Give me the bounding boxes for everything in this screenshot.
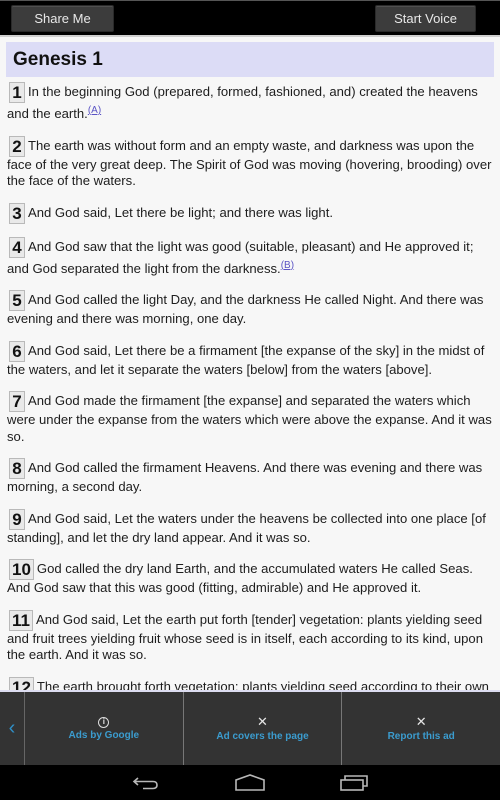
verse-number[interactable]: 10 — [9, 559, 34, 580]
verse-text: The earth brought forth vegetation: plan… — [36, 678, 489, 691]
info-icon: i — [98, 716, 110, 728]
verse: 9 And God said, Let the waters under the … — [7, 508, 492, 547]
start-voice-button[interactable]: Start Voice — [375, 5, 476, 32]
home-icon — [235, 773, 265, 791]
close-icon: ✕ — [257, 714, 268, 729]
ads-by-google-button[interactable]: i Ads by Google — [25, 692, 184, 765]
verse-number[interactable]: 4 — [9, 236, 25, 258]
chevron-left-icon[interactable]: ‹ — [0, 692, 25, 765]
verse-number[interactable]: 7 — [9, 391, 25, 412]
verse-text: And God made the firmament [the expanse]… — [7, 393, 492, 444]
verse-number[interactable]: 11 — [9, 609, 33, 631]
ads-by-google-label: Ads by Google — [68, 729, 140, 741]
verse-number[interactable]: 12 — [9, 676, 34, 690]
report-ad-label: Report this ad — [387, 731, 455, 742]
verse: 3 And God said, Let there be light; and t… — [7, 202, 492, 224]
verse-text: And God said, Let there be a firmament [… — [7, 342, 485, 377]
verse-number[interactable]: 5 — [9, 290, 25, 311]
verse-text: And God called the firmament Heavens. An… — [7, 460, 483, 494]
system-nav-bar — [0, 765, 500, 800]
verse-number[interactable]: 1 — [9, 82, 25, 103]
verse-text: The earth was without form and an empty … — [7, 137, 492, 189]
back-button[interactable] — [94, 765, 198, 800]
back-icon — [132, 776, 158, 789]
recent-apps-button[interactable] — [302, 765, 406, 800]
verse-number[interactable]: 3 — [9, 202, 25, 224]
verse-text: And God said, Let there be light; and th… — [28, 204, 333, 220]
verse-text: And God called the light Day, and the da… — [7, 292, 484, 326]
home-button[interactable] — [198, 765, 302, 800]
scripture-view[interactable]: Genesis 1 1 In the beginning God (prepare… — [0, 35, 500, 690]
share-me-button[interactable]: Share Me — [11, 5, 114, 32]
action-bar: Share Me Start Voice — [0, 0, 500, 35]
ad-covers-page-label: Ad covers the page — [216, 731, 309, 742]
footnote-link[interactable]: (A) — [88, 105, 101, 116]
verse: 11 And God said, Let the earth put forth … — [7, 609, 492, 664]
ad-banner: ‹ i Ads by Google ✕ Ad covers the page ✕… — [0, 690, 500, 765]
verse: 5 And God called the light Day, and the d… — [7, 290, 492, 328]
footnote-link[interactable]: (B) — [281, 260, 294, 271]
report-ad-button[interactable]: ✕ Report this ad — [342, 692, 500, 765]
verse: 8 And God called the firmament Heavens. A… — [7, 458, 492, 496]
verse: 6 And God said, Let there be a firmament … — [7, 340, 492, 379]
verse-text: And God said, Let the earth put forth [t… — [7, 611, 483, 663]
verse-number[interactable]: 2 — [9, 135, 25, 157]
verse-number[interactable]: 6 — [9, 340, 25, 362]
verse: 7 And God made the firmament [the expanse… — [7, 391, 492, 445]
verse-text: In the beginning God (prepared, formed, … — [7, 84, 478, 121]
verse-number[interactable]: 9 — [9, 508, 25, 530]
ad-covers-page-button[interactable]: ✕ Ad covers the page — [184, 692, 343, 765]
verse: 10 God called the dry land Earth, and the… — [7, 559, 492, 597]
verse-text: And God saw that the light was good (sui… — [7, 238, 474, 276]
verse: 1 In the beginning God (prepared, formed,… — [7, 82, 492, 123]
verse-text: And God said, Let the waters under the h… — [7, 510, 486, 545]
verse-text: God called the dry land Earth, and the a… — [7, 561, 473, 595]
verse-number[interactable]: 8 — [9, 458, 25, 479]
close-icon: ✕ — [415, 714, 427, 729]
verse-list: 1 In the beginning God (prepared, formed,… — [0, 77, 500, 690]
verse: 12 The earth brought forth vegetation: pl… — [7, 676, 492, 691]
recent-apps-icon — [340, 774, 368, 791]
verse: 4 And God saw that the light was good (su… — [7, 236, 492, 278]
verse: 2 The earth was without form and an empty… — [7, 135, 492, 190]
chapter-title: Genesis 1 — [6, 42, 494, 77]
